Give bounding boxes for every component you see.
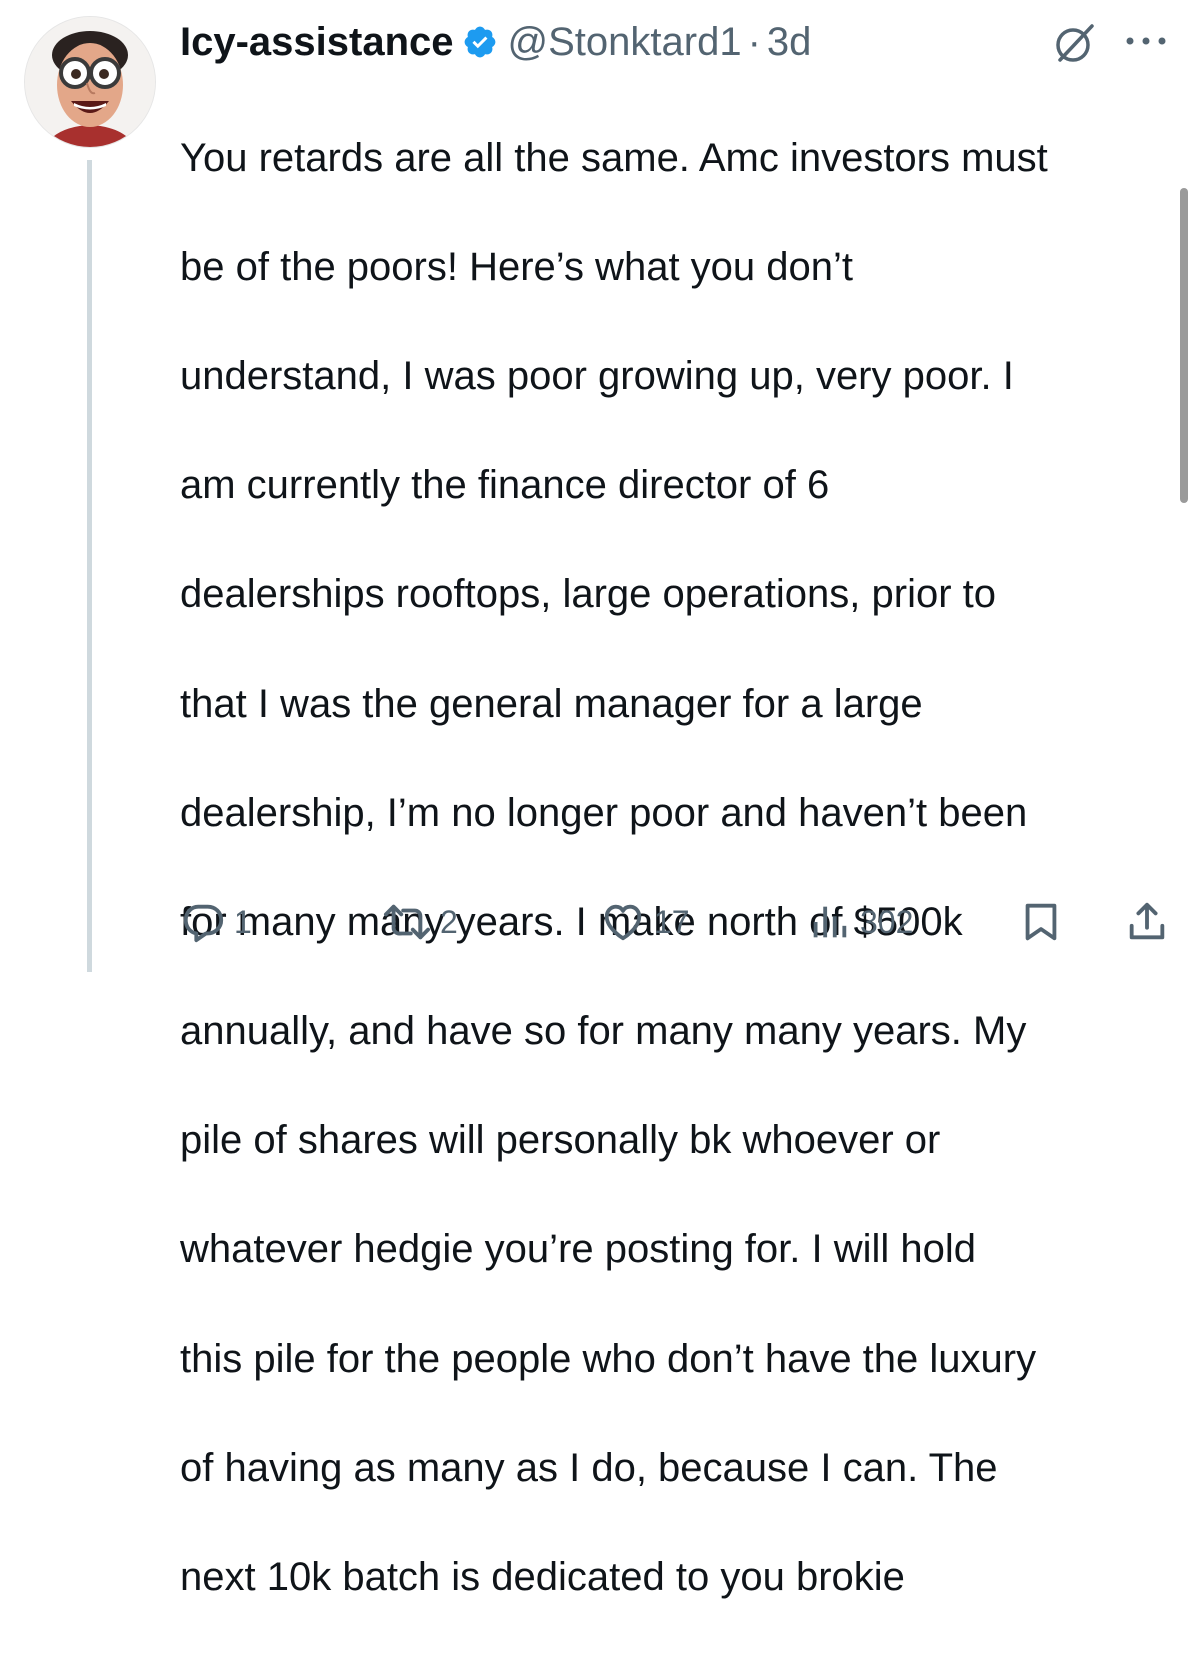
repost-count: 2	[440, 903, 458, 940]
tweet-actions: 1 2 17 302	[0, 892, 1200, 952]
share-icon	[1124, 899, 1170, 945]
user-handle[interactable]: @Stonktard1	[508, 20, 742, 65]
tweet-text-line: pile of shares will personally bk whoeve…	[180, 1118, 941, 1163]
tweet-header: Icy-assistance @Stonktard1 · 3d	[180, 16, 811, 68]
tweet-text-line: dealership, I’m no longer poor and haven…	[180, 790, 1028, 835]
views-button[interactable]: 302	[806, 892, 913, 952]
reply-button[interactable]: 1	[180, 892, 252, 952]
like-button[interactable]: 17	[600, 892, 690, 952]
bookmark-button[interactable]	[1018, 892, 1064, 952]
reply-count: 1	[234, 903, 252, 940]
views-count: 302	[860, 903, 914, 940]
thread-connector-line	[87, 160, 92, 972]
tweet-text-line: whatever hedgie you’re posting for. I wi…	[180, 1227, 977, 1272]
share-button[interactable]	[1124, 892, 1170, 952]
display-name[interactable]: Icy-assistance	[180, 20, 454, 65]
tweet-text-line: am currently the finance director of 6	[180, 463, 830, 508]
tweet-text-line: You retards are all the same. Amc invest…	[180, 135, 1048, 180]
tweet-text-line: next 10k batch is dedicated to you broki…	[180, 1555, 905, 1600]
tweet-text-line: that I was the general manager for a lar…	[180, 681, 923, 726]
tweet-text-line: be of the poors! Here’s what you don’t	[180, 244, 854, 289]
bookmark-icon	[1018, 899, 1064, 945]
views-chart-icon	[806, 899, 852, 945]
like-count: 17	[654, 903, 690, 940]
avatar-image	[25, 17, 155, 147]
scrollbar[interactable]	[1180, 188, 1188, 503]
avatar[interactable]	[24, 16, 156, 148]
tweet-text-line: of having as many as I do, because I can…	[180, 1445, 998, 1490]
timestamp[interactable]: 3d	[767, 20, 812, 65]
tweet-text: You retards are all the same. Amc invest…	[180, 76, 1170, 1659]
tweet-text-line: understand, I was poor growing up, very …	[180, 353, 1014, 398]
separator-dot: ·	[747, 19, 761, 64]
more-icon[interactable]	[1118, 24, 1174, 58]
repost-button[interactable]: 2	[382, 892, 458, 952]
tweet-text-line: dealerships rooftops, large operations, …	[180, 572, 997, 617]
grok-icon[interactable]	[1052, 20, 1098, 66]
heart-icon	[600, 899, 646, 945]
tweet-text-line: annually, and have so for many many year…	[180, 1009, 1027, 1054]
tweet-text-line: this pile for the people who don’t have …	[180, 1336, 1037, 1381]
repost-icon	[382, 899, 432, 945]
reply-icon	[180, 899, 226, 945]
verified-badge-icon	[462, 24, 498, 60]
